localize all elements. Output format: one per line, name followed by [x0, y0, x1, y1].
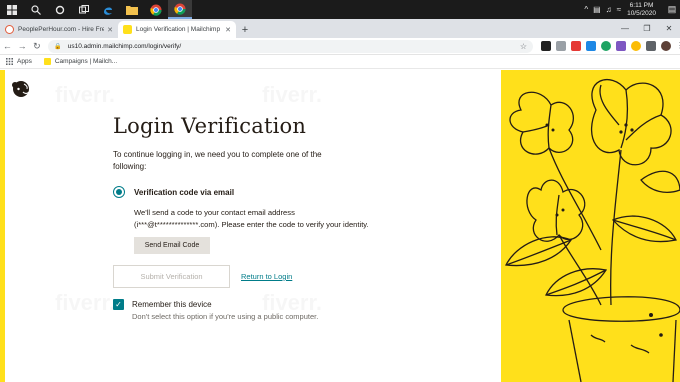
address-toolbar: ← → ↻ 🔒 us10.admin.mailchimp.com/login/v…: [0, 38, 680, 55]
apps-grid-icon: [6, 58, 13, 65]
form-actions: Submit Verification Return to Login: [113, 265, 473, 288]
windows-start-icon[interactable]: [0, 0, 24, 19]
flower-illustration: [504, 79, 680, 382]
extension-color-icon[interactable]: [630, 41, 641, 51]
extension-green-icon[interactable]: [600, 41, 611, 51]
minimize-icon[interactable]: —: [614, 19, 636, 38]
radio-selected-dot: [116, 189, 122, 195]
tab-title: Login Verification | Mailchimp: [136, 26, 221, 33]
back-icon[interactable]: ←: [0, 41, 15, 51]
page-title: Login Verification: [113, 114, 307, 138]
close-window-icon[interactable]: ✕: [658, 19, 680, 38]
remember-device-row[interactable]: ✓ Remember this device: [113, 299, 473, 310]
bookmarks-bar: Apps Campaigns | Mailch...: [0, 55, 680, 69]
brand-stripe: [0, 70, 5, 382]
mailchimp-icon: [43, 58, 51, 65]
extension-grad-cap-icon[interactable]: [540, 41, 551, 51]
bookmark-apps[interactable]: Apps: [6, 58, 32, 65]
option-label: Verification code via email: [134, 187, 235, 197]
mailchimp-favicon-icon: [123, 25, 132, 34]
edge-browser-icon[interactable]: [96, 0, 120, 19]
restore-icon[interactable]: ❐: [636, 19, 658, 38]
search-icon[interactable]: [24, 0, 48, 19]
watermark-text: fiverr.: [262, 82, 322, 108]
network-icon[interactable]: ▤: [593, 5, 601, 14]
lock-icon[interactable]: 🔒: [54, 43, 61, 50]
tab-title: PeoplePerHour.com - Hire Freela: [18, 26, 105, 33]
verification-form: Login Verification To continue logging i…: [113, 114, 473, 321]
bookmark-label: Apps: [17, 58, 32, 65]
speaker-icon[interactable]: ♫: [606, 5, 612, 14]
chrome-menu-icon[interactable]: ⋮: [676, 41, 680, 51]
clock-date: 10/5/2020: [627, 9, 656, 17]
browser-tab-bar: PeoplePerHour.com - Hire Freela ✕ Login …: [0, 19, 680, 38]
extension-blue-icon[interactable]: [585, 41, 596, 51]
watermark-text: fiverr.: [55, 82, 115, 108]
bookmark-label: Campaigns | Mailch...: [54, 58, 118, 65]
option-description: We'll send a code to your contact email …: [134, 208, 369, 229]
extensions-puzzle-icon[interactable]: [645, 41, 656, 51]
close-tab-icon[interactable]: ✕: [225, 26, 231, 34]
tray-chevron-icon[interactable]: ^: [584, 5, 588, 14]
bookmark-campaigns[interactable]: Campaigns | Mailch...: [43, 58, 118, 65]
remember-device-label: Remember this device: [132, 300, 212, 309]
taskbar-clock[interactable]: 6:11 PM 10/5/2020: [627, 2, 656, 18]
login-verification-page: fiverr. fiverr. fiverr. fiverr. Login Ve…: [0, 70, 680, 382]
tab-login-verification[interactable]: Login Verification | Mailchimp ✕: [118, 21, 236, 38]
email-code-option[interactable]: Verification code via email: [113, 186, 473, 198]
extensions-area: ⋮: [540, 41, 680, 51]
chrome-taskbar-icon[interactable]: [144, 0, 168, 19]
window-controls: — ❐ ✕: [614, 19, 680, 38]
extension-shield-icon[interactable]: [555, 41, 566, 51]
remember-device-checkbox[interactable]: ✓: [113, 299, 124, 310]
notification-center-icon[interactable]: ▤: [664, 0, 680, 19]
reload-icon[interactable]: ↻: [30, 41, 45, 52]
wifi-icon[interactable]: ≈: [617, 5, 621, 14]
extension-red-icon[interactable]: [570, 41, 581, 51]
chrome-taskbar-icon-active[interactable]: [168, 0, 192, 19]
file-explorer-icon[interactable]: [120, 0, 144, 19]
extension-grid-icon[interactable]: [615, 41, 626, 51]
email-code-radio[interactable]: [113, 186, 125, 198]
close-tab-icon[interactable]: ✕: [107, 26, 113, 34]
send-email-code-button[interactable]: Send Email Code: [134, 237, 210, 254]
flower-illustration-panel: [501, 70, 680, 382]
clock-time: 6:11 PM: [629, 1, 654, 9]
profile-avatar-icon[interactable]: [660, 41, 671, 51]
windows-taskbar: ^ ▤ ♫ ≈ 6:11 PM 10/5/2020 ▤: [0, 0, 680, 19]
intro-text: To continue logging in, we need you to c…: [113, 150, 322, 171]
return-to-login-link[interactable]: Return to Login: [241, 272, 292, 281]
multitask-icon[interactable]: [72, 0, 96, 19]
remember-device-hint: Don't select this option if you're using…: [132, 312, 319, 321]
forward-icon[interactable]: →: [15, 41, 30, 51]
task-view-icon[interactable]: [48, 0, 72, 19]
submit-verification-button[interactable]: Submit Verification: [113, 265, 230, 288]
url-text: us10.admin.mailchimp.com/login/verify/: [67, 42, 182, 50]
tab-peopleperhour[interactable]: PeoplePerHour.com - Hire Freela ✕: [0, 21, 118, 38]
new-tab-button[interactable]: +: [236, 21, 254, 38]
bookmark-star-icon[interactable]: ☆: [520, 42, 527, 51]
peopleperhour-favicon-icon: [5, 25, 14, 34]
url-omnibox[interactable]: 🔒 us10.admin.mailchimp.com/login/verify/…: [48, 39, 533, 53]
system-tray: ^ ▤ ♫ ≈ 6:11 PM 10/5/2020 ▤: [584, 0, 680, 19]
mailchimp-logo-icon[interactable]: [10, 78, 32, 100]
watermark-text: fiverr.: [55, 290, 115, 316]
